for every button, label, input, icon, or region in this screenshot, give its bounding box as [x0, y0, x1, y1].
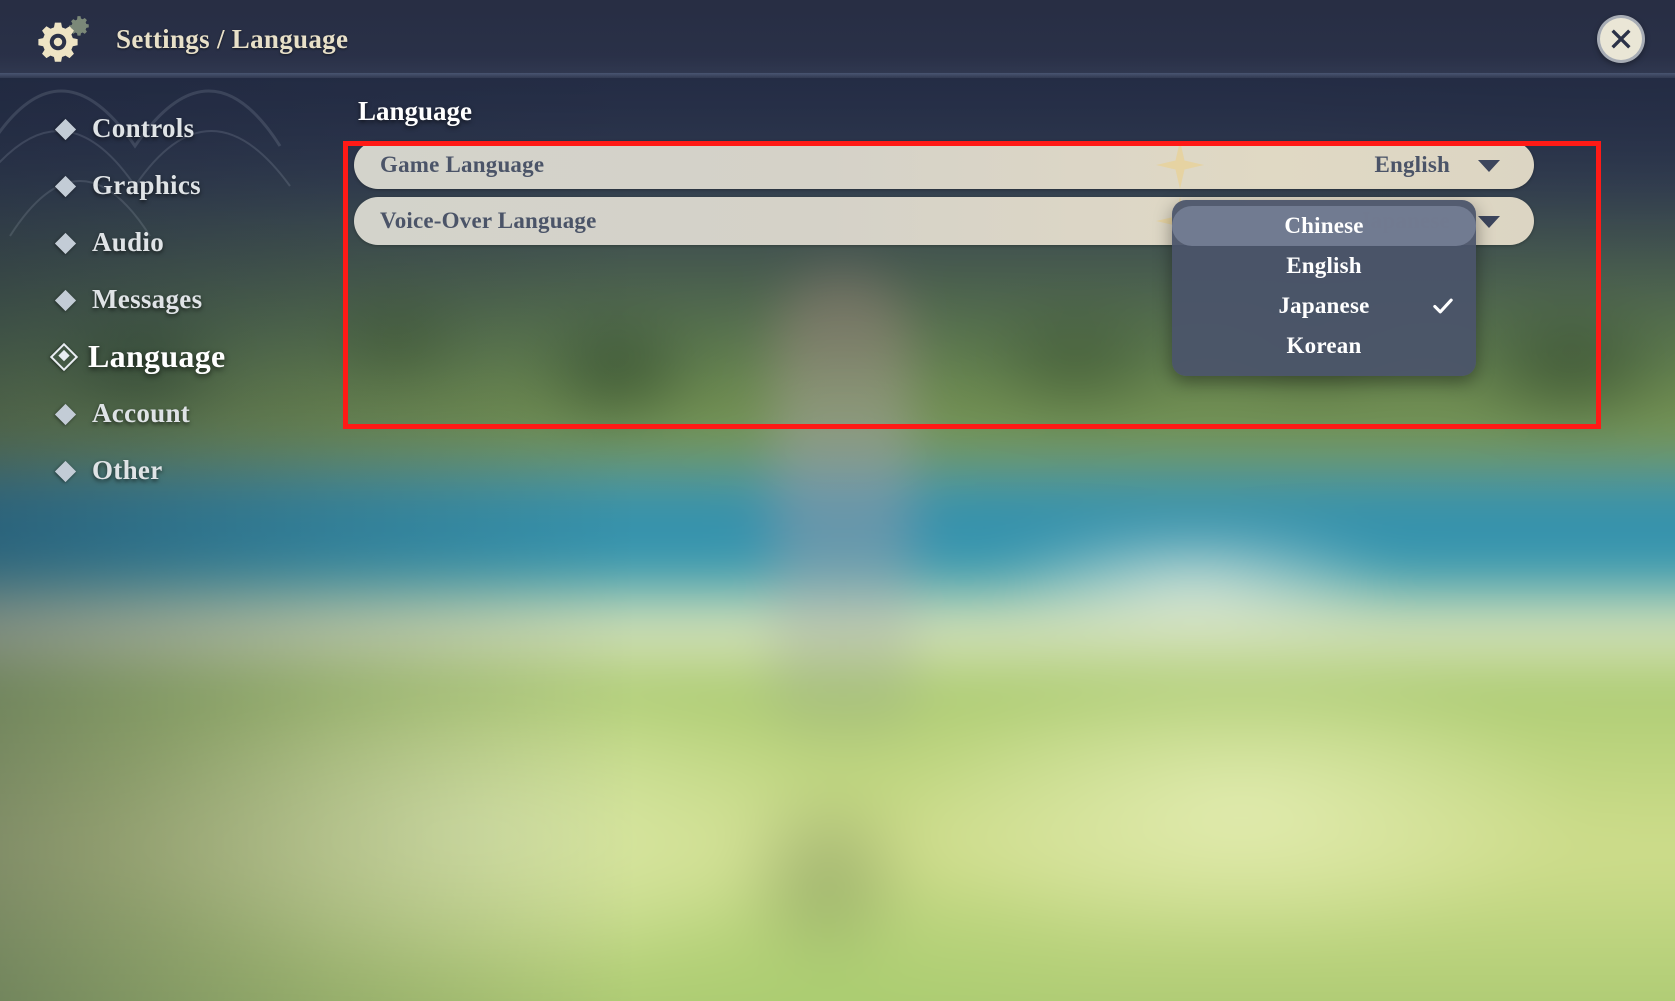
sidebar-item-label: Other — [92, 455, 163, 485]
setting-label: Voice-Over Language — [380, 208, 597, 233]
sparkle-icon — [1156, 141, 1204, 189]
top-bar: Settings / Language — [0, 0, 1675, 78]
language-dropdown-menu: Chinese English Japanese Korean — [1172, 200, 1476, 376]
sidebar-item-label: Audio — [92, 227, 165, 257]
dropdown-option-label: English — [1286, 253, 1362, 278]
diamond-bullet-icon — [54, 289, 77, 311]
sidebar: Controls Graphics Audio Messages Languag… — [0, 86, 340, 499]
close-button[interactable] — [1597, 15, 1645, 63]
sidebar-item-language[interactable]: Language — [0, 328, 340, 385]
chevron-down-icon[interactable] — [1478, 160, 1500, 172]
diamond-bullet-icon — [54, 232, 77, 254]
sidebar-item-label: Controls — [92, 113, 195, 143]
gear-large-icon — [38, 22, 78, 62]
close-icon — [1611, 29, 1631, 49]
diamond-bullet-icon — [54, 403, 77, 425]
sidebar-item-label: Messages — [92, 284, 203, 314]
chevron-down-icon[interactable] — [1478, 216, 1500, 228]
dropdown-option-korean[interactable]: Korean — [1172, 326, 1476, 366]
settings-screen: Settings / Language Controls Graphics Au… — [0, 0, 1675, 1001]
sidebar-item-other[interactable]: Other — [0, 442, 340, 499]
dropdown-option-label: Chinese — [1284, 213, 1364, 238]
sidebar-item-label: Language — [88, 338, 226, 374]
dropdown-option-label: Korean — [1286, 333, 1362, 358]
page-title: Language — [358, 96, 473, 126]
dropdown-option-label: Japanese — [1278, 293, 1370, 318]
setting-value: English — [1374, 152, 1450, 177]
sidebar-item-messages[interactable]: Messages — [0, 271, 340, 328]
sidebar-item-label: Graphics — [92, 170, 201, 200]
breadcrumb: Settings / Language — [116, 24, 349, 54]
sidebar-item-account[interactable]: Account — [0, 385, 340, 442]
top-bar-divider — [0, 73, 1675, 78]
dropdown-option-english[interactable]: English — [1172, 246, 1476, 286]
check-icon — [1433, 298, 1453, 314]
sidebar-item-label: Account — [92, 398, 191, 428]
dropdown-option-japanese[interactable]: Japanese — [1172, 286, 1476, 326]
sidebar-item-audio[interactable]: Audio — [0, 214, 340, 271]
diamond-bullet-icon — [54, 460, 77, 482]
sidebar-item-controls[interactable]: Controls — [0, 100, 340, 157]
diamond-bullet-icon — [54, 118, 77, 140]
diamond-bullet-selected-icon — [49, 342, 79, 371]
dropdown-option-chinese[interactable]: Chinese — [1172, 206, 1476, 246]
diamond-bullet-icon — [54, 175, 77, 197]
setting-row-game-language[interactable]: Game Language English — [354, 141, 1534, 189]
settings-panel: Language Game Language English Voice-Ove… — [354, 96, 1534, 376]
sidebar-item-graphics[interactable]: Graphics — [0, 157, 340, 214]
setting-label: Game Language — [380, 152, 545, 177]
gear-icon — [34, 12, 92, 66]
